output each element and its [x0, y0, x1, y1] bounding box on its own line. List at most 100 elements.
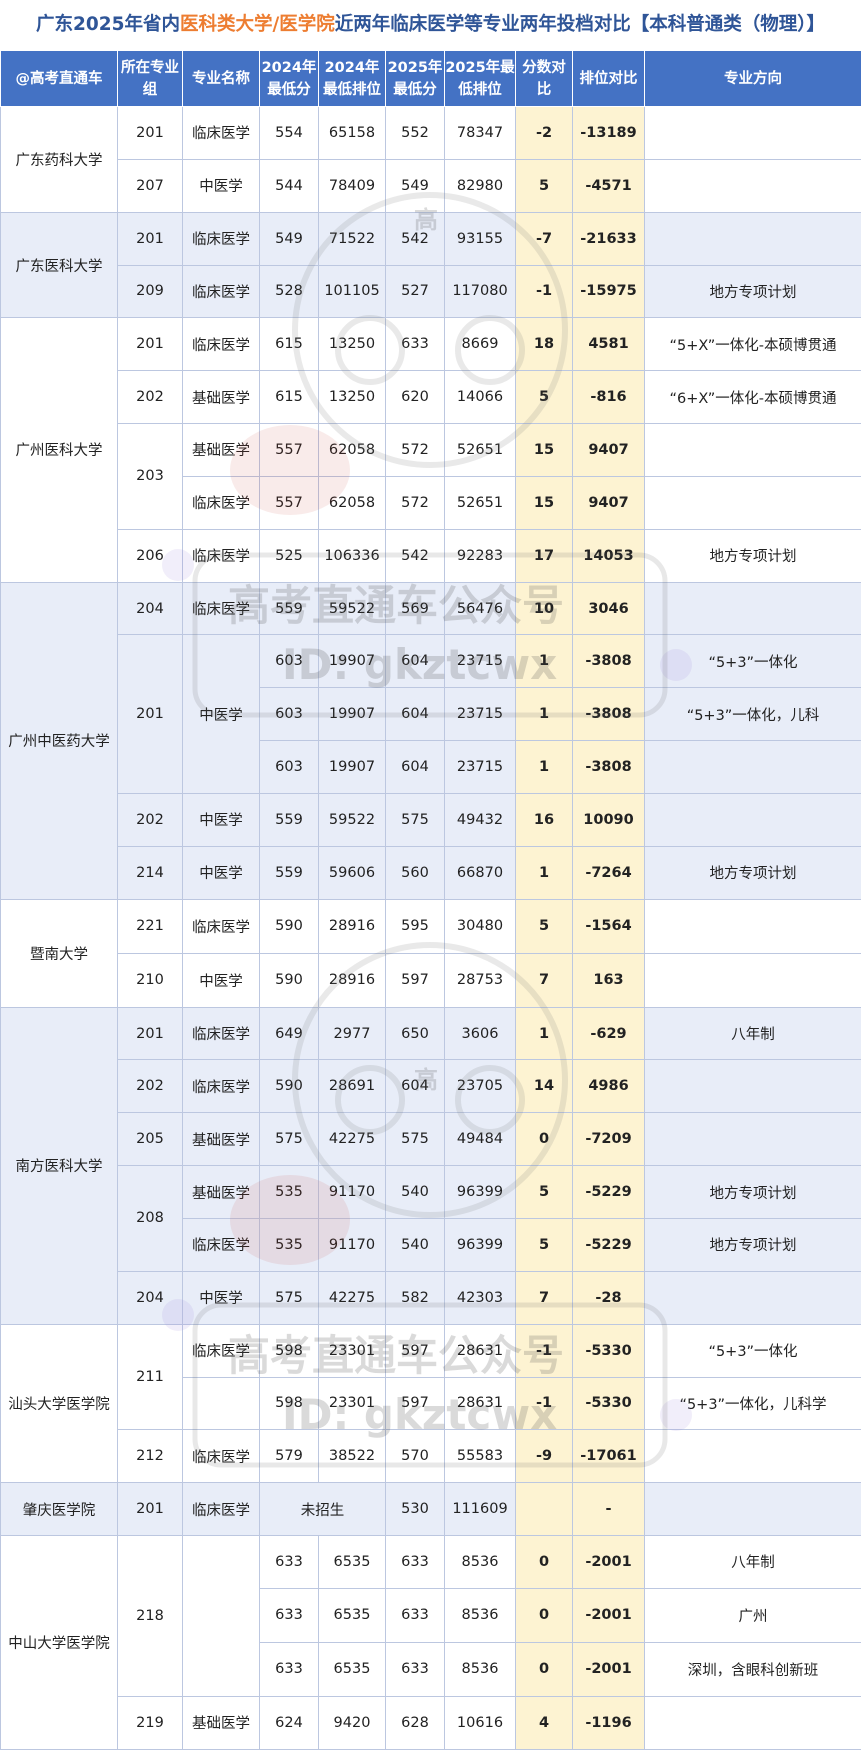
major-name: 临床医学: [182, 1482, 260, 1537]
school-name: 广东医科大学: [0, 211, 118, 319]
major-group: 203: [117, 423, 183, 530]
score-diff: -2: [515, 106, 573, 160]
major-direction: [644, 1429, 861, 1484]
table-row: 212 临床医学 579 38522 570 55583 -9 -17061: [1, 1429, 861, 1484]
score-diff: 7: [515, 952, 573, 1008]
score-2025: 572: [385, 475, 445, 530]
table-row: 202 临床医学 590 28691 604 23705 14 4986: [1, 1059, 861, 1114]
rank-2024: 13250: [318, 370, 386, 425]
major-name: 中医学: [182, 1270, 260, 1325]
major-name: 临床医学: [182, 1217, 260, 1272]
score-2024: 559: [259, 792, 319, 847]
header-account: @高考直通车: [0, 50, 118, 107]
major-direction: [644, 106, 861, 160]
rank-diff: -7209: [572, 1112, 645, 1167]
score-diff: 1: [515, 634, 573, 689]
rank-diff: -17061: [572, 1429, 645, 1484]
score-2025: 597: [385, 952, 445, 1008]
major-direction: [644, 1482, 861, 1537]
rank-2025: 78347: [444, 106, 516, 160]
major-name: 临床医学: [182, 475, 260, 530]
score-2024: 590: [259, 952, 319, 1008]
rank-diff: -21633: [572, 211, 645, 266]
major-name: 临床医学: [182, 1429, 260, 1484]
score-2024: 633: [259, 1587, 319, 1643]
major-name: 临床医学: [182, 317, 260, 372]
school-name: 南方医科大学: [0, 1006, 118, 1325]
title-part-1: 广东2025年省内: [35, 14, 180, 35]
school-name: 肇庆医学院: [0, 1482, 118, 1537]
major-name: 临床医学: [182, 581, 260, 636]
major-group: 209: [117, 264, 183, 319]
score-2024: 624: [259, 1695, 319, 1750]
rank-2024: 59522: [318, 581, 386, 636]
score-2025: 604: [385, 687, 445, 742]
rank-diff: -: [572, 1482, 645, 1537]
rank-2024: 19907: [318, 740, 386, 794]
score-2025: 628: [385, 1695, 445, 1750]
rank-2025: 96399: [444, 1165, 516, 1219]
rank-diff: -15975: [572, 264, 645, 319]
score-diff: 10: [515, 581, 573, 636]
header-major: 专业名称: [182, 50, 260, 107]
score-2024: 603: [259, 687, 319, 742]
score-2024: 598: [259, 1376, 319, 1431]
rank-2024: 106336: [318, 528, 386, 583]
score-2024: 575: [259, 1270, 319, 1325]
rank-diff: -2001: [572, 1587, 645, 1643]
score-2025: 570: [385, 1429, 445, 1484]
score-2024: 615: [259, 317, 319, 372]
rank-2024: 59606: [318, 845, 386, 900]
score-diff: 0: [515, 1112, 573, 1167]
score-2024: 557: [259, 423, 319, 477]
rank-2024: 28916: [318, 952, 386, 1008]
score-2025: 595: [385, 898, 445, 954]
table-row: 203 基础医学 557 62058 572 52651 15 9407: [1, 423, 861, 530]
major-group: 201: [117, 634, 183, 794]
major-direction: [644, 1270, 861, 1325]
major-direction: 八年制: [644, 1006, 861, 1061]
score-2025: 604: [385, 740, 445, 794]
major-direction: [644, 158, 861, 213]
rank-diff: 14053: [572, 528, 645, 583]
table-row: 中山大学医学院 218 633 6535 633 8536 0 -2001 八年制: [0, 1535, 861, 1750]
rank-diff: -3808: [572, 740, 645, 794]
rank-diff: -629: [572, 1006, 645, 1061]
score-2025: 597: [385, 1376, 445, 1431]
rank-2025: 49484: [444, 1112, 516, 1167]
header-rank-diff: 排位对比: [572, 50, 645, 107]
rank-2025: 82980: [444, 158, 516, 213]
rank-2025: 49432: [444, 792, 516, 847]
table-row: 204 中医学 575 42275 582 42303 7 -28: [1, 1270, 861, 1325]
major-name: 临床医学: [182, 1323, 260, 1378]
score-2024: 未招生: [259, 1482, 386, 1537]
score-diff: 0: [515, 1641, 573, 1697]
score-diff: 16: [515, 792, 573, 847]
score-2025: 620: [385, 370, 445, 425]
major-group: 201: [117, 1482, 183, 1537]
rank-2025: 111609: [444, 1482, 516, 1537]
score-2025: 569: [385, 581, 445, 636]
rank-2024: 23301: [318, 1323, 386, 1378]
rank-2025: 52651: [444, 475, 516, 530]
score-diff: 14: [515, 1059, 573, 1114]
rank-diff: -1564: [572, 898, 645, 954]
rank-diff: -5229: [572, 1165, 645, 1219]
score-2025: 597: [385, 1323, 445, 1378]
rank-2025: 23715: [444, 740, 516, 794]
major-group: 204: [117, 1270, 183, 1325]
header-group: 所在专业组: [117, 50, 183, 107]
rank-diff: -816: [572, 370, 645, 425]
rank-2024: 19907: [318, 687, 386, 742]
score-diff: [515, 1482, 573, 1537]
major-group: 218: [117, 1535, 183, 1697]
rank-diff: 4581: [572, 317, 645, 372]
score-2025: 549: [385, 158, 445, 213]
rank-2025: 23715: [444, 687, 516, 742]
score-2024: 535: [259, 1165, 319, 1219]
score-diff: 7: [515, 1270, 573, 1325]
table-row: 205 基础医学 575 42275 575 49484 0 -7209: [1, 1112, 861, 1167]
page-title: 广东2025年省内医科类大学/医学院近两年临床医学等专业两年投档对比【本科普通类…: [0, 0, 861, 50]
score-2025: 633: [385, 1641, 445, 1697]
score-diff: 5: [515, 370, 573, 425]
